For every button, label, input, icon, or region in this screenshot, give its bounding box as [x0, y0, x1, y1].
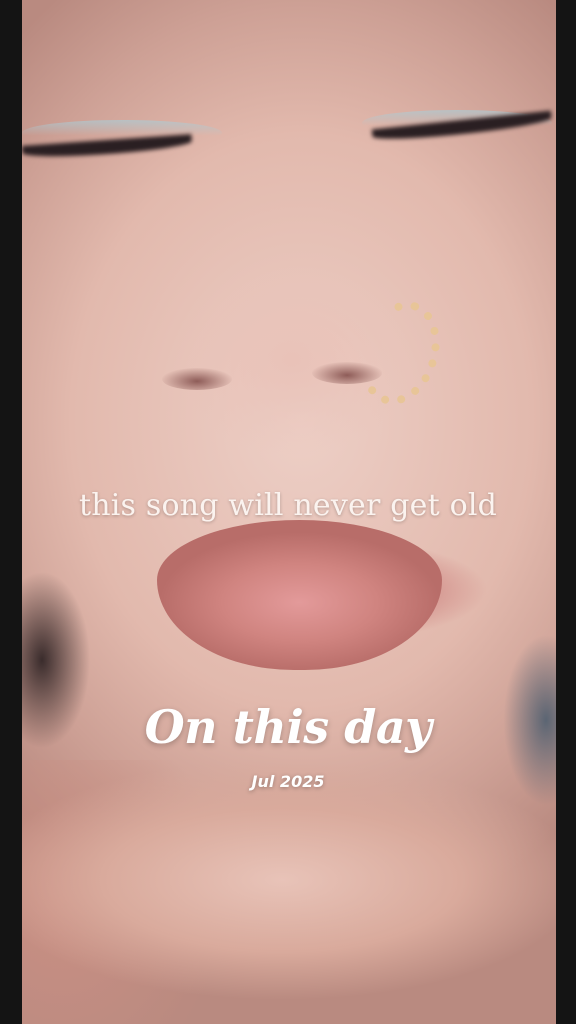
- hand: [22, 760, 556, 1024]
- lips: [157, 520, 442, 670]
- memory-date: Jul 2025: [251, 772, 325, 791]
- nose-ring: [347, 290, 453, 416]
- nostril-left: [162, 368, 232, 390]
- story-frame[interactable]: this song will never get old On this day…: [0, 0, 576, 1024]
- memory-title: On this day: [144, 700, 432, 754]
- story-caption: this song will never get old: [78, 488, 498, 523]
